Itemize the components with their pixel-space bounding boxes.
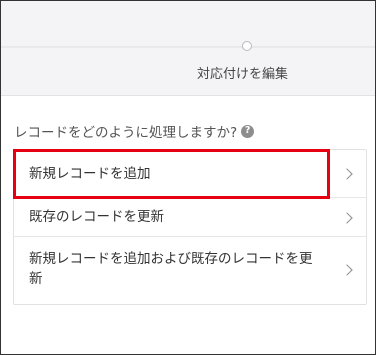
- option-update-existing-records[interactable]: 既存のレコードを更新: [14, 198, 366, 237]
- help-circle-icon[interactable]: ?: [241, 124, 255, 138]
- option-add-and-update-records[interactable]: 新規レコードを追加および既存のレコードを更新: [14, 237, 366, 304]
- question-text: レコードをどのように処理しますか?: [14, 125, 238, 141]
- progress-track: [1, 46, 375, 48]
- option-label: 新規レコードを追加: [29, 166, 151, 182]
- chevron-right-icon: [341, 168, 353, 180]
- step-indicator-dot: [242, 41, 252, 51]
- step-label-edit-mapping: 対応付けを編集: [197, 67, 289, 82]
- progress-header: 対応付けを編集: [1, 1, 375, 96]
- option-list: 新規レコードを追加 既存のレコードを更新 新規レコードを追加および既存のレコード…: [13, 149, 367, 305]
- chevron-right-icon: [341, 264, 353, 276]
- option-label: 既存のレコードを更新: [29, 209, 164, 225]
- question-text-row: レコードをどのように処理しますか? ?: [14, 121, 255, 141]
- dialog-panel: 対応付けを編集 レコードをどのように処理しますか? ? 新規レコードを追加 既存…: [0, 0, 376, 355]
- chevron-right-icon: [341, 212, 353, 224]
- option-label: 新規レコードを追加および既存のレコードを更新: [29, 251, 313, 287]
- option-add-new-records[interactable]: 新規レコードを追加: [14, 150, 366, 198]
